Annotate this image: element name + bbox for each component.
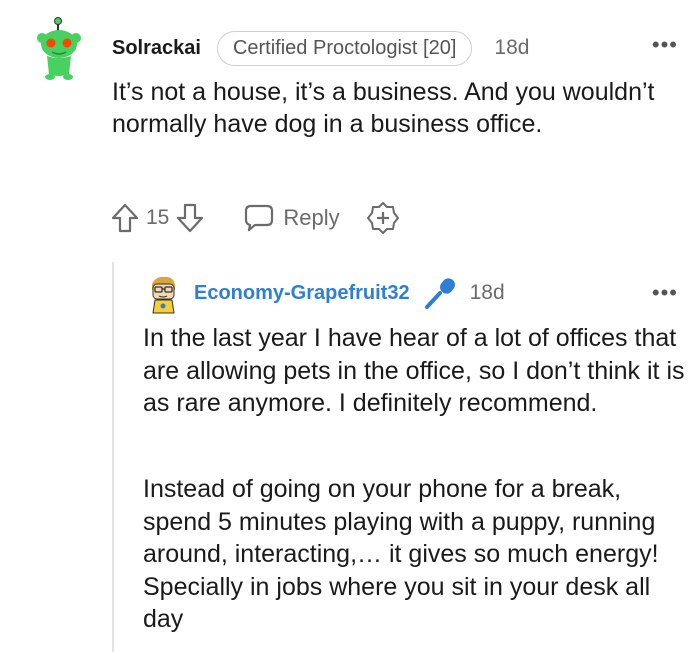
more-options-icon[interactable]: •••: [652, 32, 678, 58]
timestamp[interactable]: 18d: [494, 36, 529, 60]
comment-bubble-icon: [245, 204, 274, 232]
reply-label: Reply: [283, 205, 340, 230]
comment-body: It’s not a house, it’s a business. And y…: [112, 78, 655, 138]
downvote-icon[interactable]: [175, 202, 205, 234]
reply-paragraph: Instead of going on your phone for a bre…: [143, 475, 659, 633]
vote-count: 15: [146, 206, 170, 229]
reply-header: Economy-Grapefruit32 18d: [194, 276, 505, 310]
avatar-icon: [152, 276, 175, 314]
add-award-icon[interactable]: [366, 201, 400, 235]
snoo-avatar-icon: [37, 17, 81, 80]
thread-line[interactable]: [112, 262, 114, 652]
comment-header: Solrackai Certified Proctologist [20] 18…: [112, 28, 529, 68]
username[interactable]: Solrackai: [112, 37, 201, 60]
reply-button[interactable]: Reply: [243, 203, 340, 233]
avatar[interactable]: [146, 274, 180, 314]
reply-paragraph: In the last year I have hear of a lot of…: [143, 324, 685, 417]
comment-actions: 15 Reply: [110, 200, 400, 236]
microphone-icon: [424, 278, 455, 309]
user-flair: Certified Proctologist [20]: [216, 30, 473, 66]
username[interactable]: Economy-Grapefruit32: [194, 282, 410, 305]
more-options-icon[interactable]: •••: [652, 280, 678, 306]
upvote-icon[interactable]: [110, 202, 140, 234]
avatar[interactable]: [32, 16, 88, 80]
timestamp[interactable]: 18d: [470, 281, 505, 305]
